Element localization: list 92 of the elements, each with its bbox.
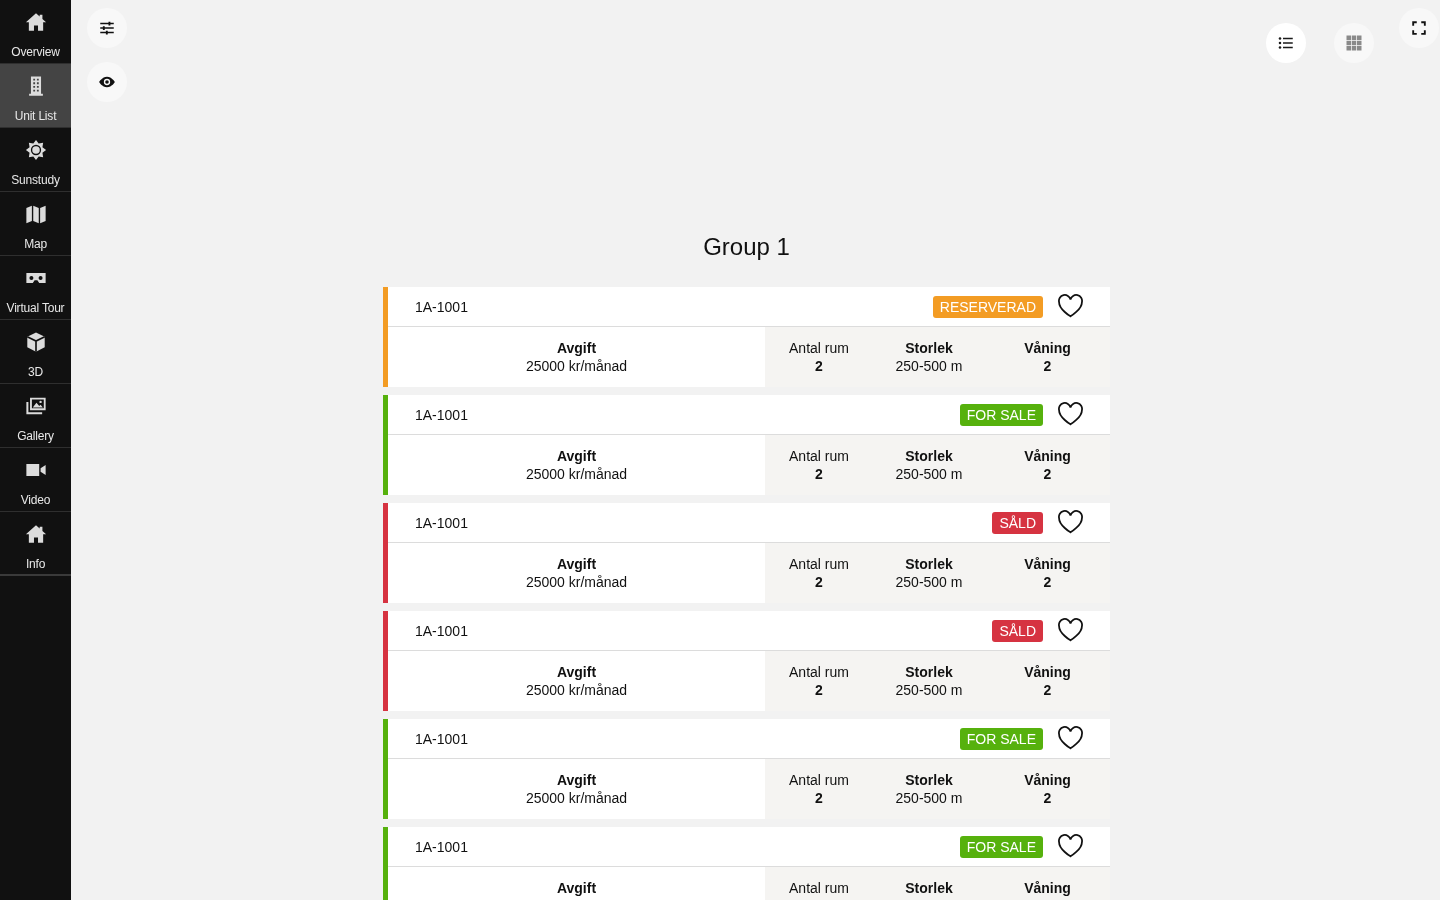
detail-value: 250-500 m bbox=[895, 681, 963, 699]
fee-label: Avgift bbox=[556, 555, 597, 573]
unit-name: 1A-1001 bbox=[415, 837, 468, 856]
status-badge: FOR SALE bbox=[959, 403, 1043, 426]
heart-icon bbox=[1057, 834, 1084, 859]
detail-label: Storlek bbox=[905, 879, 953, 897]
unit-name: 1A-1001 bbox=[415, 297, 468, 316]
detail-label: Antal rum bbox=[789, 771, 849, 789]
detail-value: 2 bbox=[1043, 681, 1052, 699]
detail-value: 2 bbox=[1043, 789, 1052, 807]
detail-value: 2 bbox=[1043, 573, 1052, 591]
sidebar-item[interactable]: Gallery bbox=[0, 384, 71, 448]
fee-label: Avgift bbox=[556, 663, 597, 681]
detail-label: Antal rum bbox=[789, 879, 849, 897]
detail-label: Våning bbox=[1024, 771, 1071, 789]
detail-label: Storlek bbox=[905, 771, 953, 789]
detail-value: 2 bbox=[1043, 357, 1052, 375]
detail-label: Våning bbox=[1024, 663, 1071, 681]
detail-value: 250-500 m bbox=[895, 573, 963, 591]
detail-label: Våning bbox=[1024, 339, 1071, 357]
favorite-button[interactable] bbox=[1057, 510, 1084, 535]
fee-value: 25000 kr/månad bbox=[525, 681, 628, 699]
favorite-button[interactable] bbox=[1057, 294, 1084, 319]
heart-icon bbox=[1057, 726, 1084, 751]
favorite-button[interactable] bbox=[1057, 834, 1084, 859]
filter-button[interactable] bbox=[87, 8, 127, 48]
unit-name: 1A-1001 bbox=[415, 621, 468, 640]
fullscreen-icon bbox=[1410, 19, 1428, 37]
detail-label: Storlek bbox=[905, 447, 953, 465]
list-view-button[interactable] bbox=[1266, 23, 1306, 63]
sidebar-item[interactable]: Info bbox=[0, 512, 71, 576]
detail-value: 2 bbox=[815, 681, 823, 699]
sidebar-item[interactable]: Video bbox=[0, 448, 71, 512]
images-icon bbox=[24, 395, 47, 417]
house-icon bbox=[24, 11, 47, 33]
detail-value: 2 bbox=[815, 465, 823, 483]
detail-label: Antal rum bbox=[789, 555, 849, 573]
detail-label: Antal rum bbox=[789, 447, 849, 465]
fee-label: Avgift bbox=[556, 339, 597, 357]
house-icon bbox=[24, 523, 47, 545]
unit-name: 1A-1001 bbox=[415, 405, 468, 424]
status-badge: SÅLD bbox=[992, 619, 1043, 642]
fee-label: Avgift bbox=[556, 771, 597, 789]
fee-value: 25000 kr/månad bbox=[525, 465, 628, 483]
map-icon bbox=[24, 203, 47, 225]
unit-name: 1A-1001 bbox=[415, 513, 468, 532]
eye-button[interactable] bbox=[87, 62, 127, 102]
heart-icon bbox=[1057, 294, 1084, 319]
grid-icon bbox=[1345, 34, 1363, 52]
heart-icon bbox=[1057, 402, 1084, 427]
detail-label: Våning bbox=[1024, 879, 1071, 897]
fee-value: 25000 kr/månad bbox=[525, 357, 628, 375]
list-icon bbox=[1277, 34, 1295, 52]
sidebar-item[interactable]: 3D bbox=[0, 320, 71, 384]
sidebar-item[interactable]: Unit List bbox=[0, 64, 71, 128]
sidebar-item[interactable]: Virtual Tour bbox=[0, 256, 71, 320]
group-title: Group 1 bbox=[702, 233, 791, 261]
cube-icon bbox=[24, 331, 47, 353]
detail-label: Våning bbox=[1024, 447, 1071, 465]
unit-name: 1A-1001 bbox=[415, 729, 468, 748]
detail-label: Storlek bbox=[905, 663, 953, 681]
favorite-button[interactable] bbox=[1057, 618, 1084, 643]
fee-label: Avgift bbox=[556, 447, 597, 465]
detail-value: 2 bbox=[815, 789, 823, 807]
detail-label: Storlek bbox=[905, 339, 953, 357]
fullscreen-button[interactable] bbox=[1399, 8, 1439, 48]
sliders-icon bbox=[98, 19, 116, 37]
status-badge: FOR SALE bbox=[959, 835, 1043, 858]
detail-label: Antal rum bbox=[789, 663, 849, 681]
detail-label: Storlek bbox=[905, 555, 953, 573]
grid-view-button[interactable] bbox=[1334, 23, 1374, 63]
heart-icon bbox=[1057, 510, 1084, 535]
fee-label: Avgift bbox=[556, 879, 597, 897]
status-badge: SÅLD bbox=[992, 511, 1043, 534]
status-badge: RESERVERAD bbox=[932, 295, 1043, 318]
heart-icon bbox=[1057, 618, 1084, 643]
detail-value: 2 bbox=[815, 357, 823, 375]
detail-value: 250-500 m bbox=[895, 357, 963, 375]
detail-value: 250-500 m bbox=[895, 465, 963, 483]
fee-value: 25000 kr/månad bbox=[525, 573, 628, 591]
fee-value: 25000 kr/månad bbox=[525, 789, 628, 807]
detail-label: Antal rum bbox=[789, 339, 849, 357]
detail-value: 2 bbox=[1043, 465, 1052, 483]
sun-icon bbox=[24, 139, 47, 161]
status-badge: FOR SALE bbox=[959, 727, 1043, 750]
favorite-button[interactable] bbox=[1057, 726, 1084, 751]
sidebar-item[interactable]: Sunstudy bbox=[0, 128, 71, 192]
detail-label: Våning bbox=[1024, 555, 1071, 573]
detail-value: 2 bbox=[815, 573, 823, 591]
favorite-button[interactable] bbox=[1057, 402, 1084, 427]
sidebar-item[interactable]: Map bbox=[0, 192, 71, 256]
detail-value: 250-500 m bbox=[895, 789, 963, 807]
